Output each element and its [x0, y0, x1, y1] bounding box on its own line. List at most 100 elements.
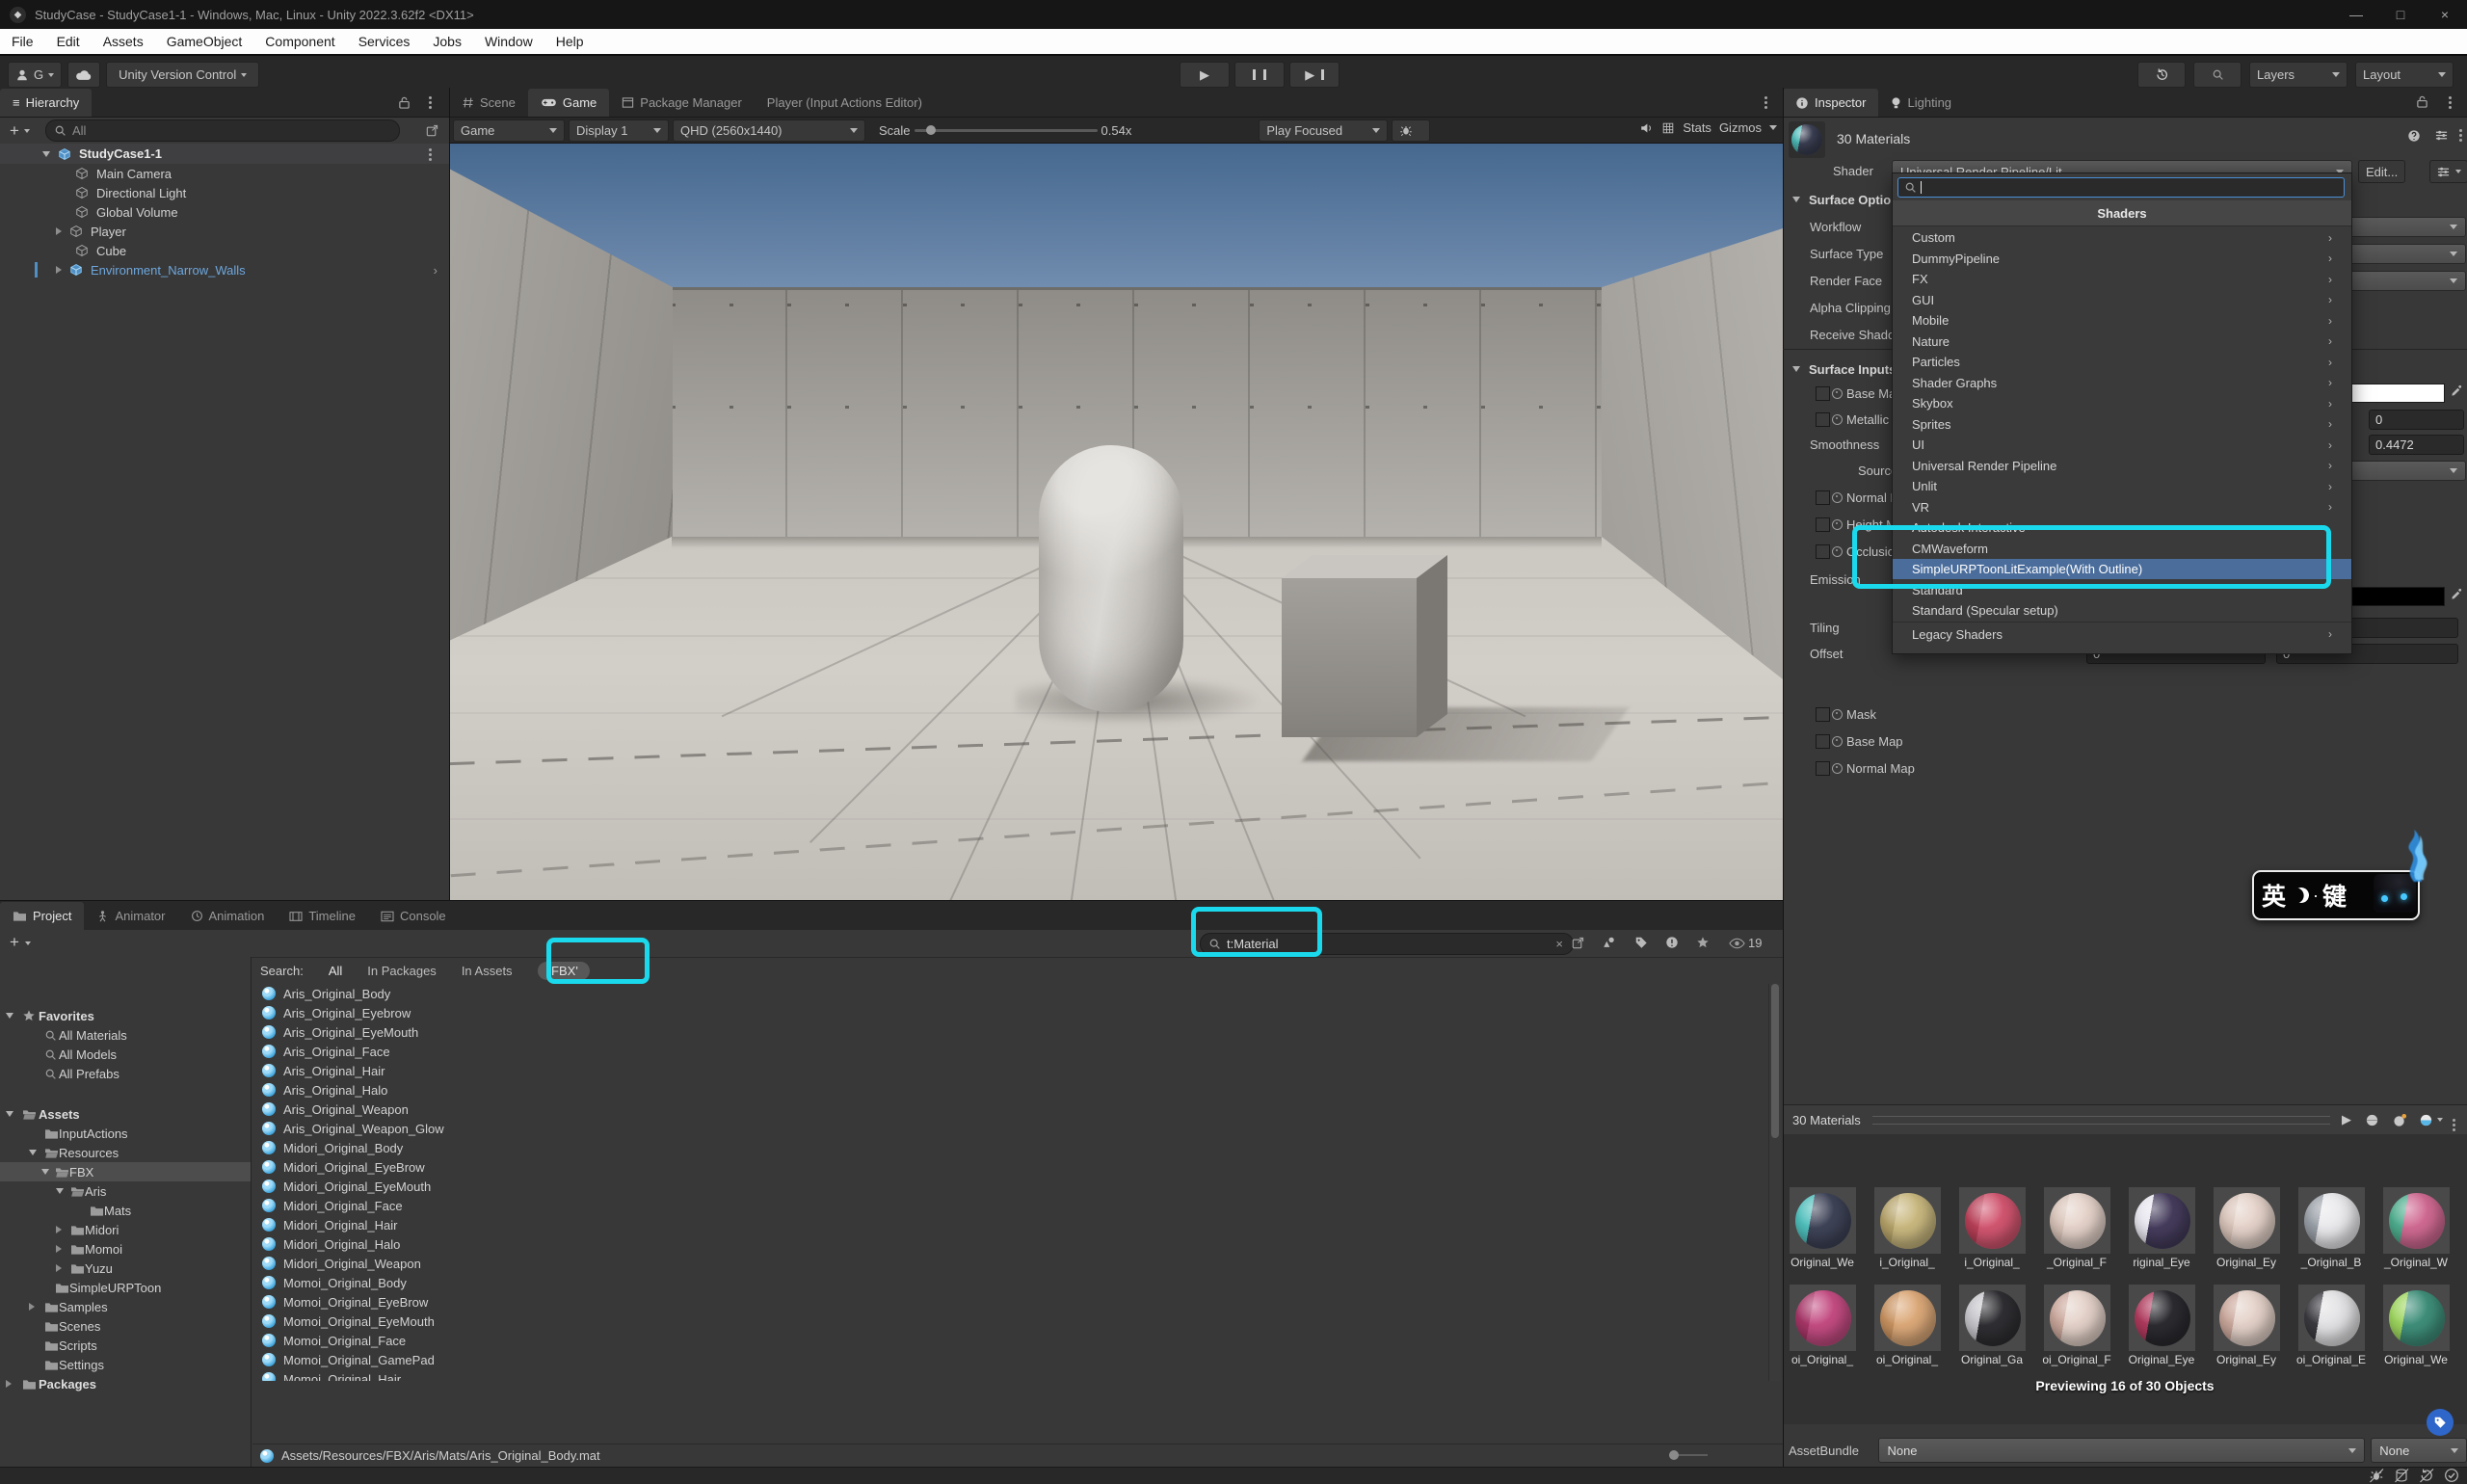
scope-in-assets[interactable]: In Assets: [462, 964, 513, 978]
add-object-caret[interactable]: [24, 129, 30, 133]
layers-dropdown[interactable]: Layers: [2249, 62, 2348, 88]
eyedropper-icon[interactable]: [2451, 384, 2463, 397]
detail-normal-map-slot[interactable]: Normal Map: [1783, 757, 2467, 779]
mute-audio-icon[interactable]: [1639, 121, 1654, 135]
vsync-grid-icon[interactable]: [1661, 121, 1675, 135]
hierarchy-item[interactable]: Cube: [0, 241, 449, 260]
project-file-row[interactable]: Momoi_Original_EyeBrow: [252, 1292, 1769, 1312]
hidden-count-icon[interactable]: [1665, 936, 1679, 949]
preview-menu-icon[interactable]: [2453, 1119, 2455, 1122]
project-file-row[interactable]: Midori_Original_EyeMouth: [252, 1177, 1769, 1196]
hierarchy-item[interactable]: Directional Light: [0, 183, 449, 202]
preview-lighting-icon[interactable]: [2419, 1113, 2433, 1127]
project-tree-item-assets[interactable]: Assets: [0, 1104, 251, 1124]
shader-popup-item[interactable]: GUI›: [1893, 290, 2351, 310]
gizmos-dropdown[interactable]: Gizmos: [1719, 120, 1762, 135]
material-tile[interactable]: [1790, 1187, 1856, 1254]
project-tree-item-inputactions[interactable]: InputActions: [0, 1124, 251, 1143]
tab-animator[interactable]: Animator: [84, 902, 177, 930]
project-tree-item-yuzu[interactable]: Yuzu: [0, 1259, 251, 1278]
layout-dropdown[interactable]: Layout: [2355, 62, 2454, 88]
undo-history-button[interactable]: [2137, 62, 2186, 88]
project-file-row[interactable]: Momoi_Original_Face: [252, 1331, 1769, 1350]
shader-popup-item[interactable]: FX›: [1893, 269, 2351, 289]
material-tile[interactable]: [1959, 1285, 2026, 1351]
project-file-row[interactable]: Aris_Original_Halo: [252, 1080, 1769, 1100]
tab-game[interactable]: Game: [528, 89, 609, 117]
project-tree-item-settings[interactable]: Settings: [0, 1355, 251, 1374]
project-file-row[interactable]: Midori_Original_EyeBrow: [252, 1157, 1769, 1177]
hierarchy-item[interactable]: Player: [0, 222, 449, 241]
menu-jobs[interactable]: Jobs: [421, 29, 473, 54]
assetbundle-dropdown[interactable]: None: [1878, 1438, 2365, 1463]
add-object-button[interactable]: +: [10, 121, 19, 141]
menu-component[interactable]: Component: [253, 29, 346, 54]
menu-help[interactable]: Help: [544, 29, 596, 54]
step-button[interactable]: ▶: [1289, 62, 1340, 88]
project-tree-item-all-models[interactable]: All Models: [0, 1045, 251, 1064]
game-viewport[interactable]: [449, 144, 1783, 901]
tab-project[interactable]: Project: [0, 902, 84, 930]
eye-icon[interactable]: [1729, 938, 1745, 949]
project-tree-item-all-prefabs[interactable]: All Prefabs: [0, 1064, 251, 1083]
lock-icon[interactable]: [2416, 94, 2428, 109]
shader-popup-item[interactable]: Sprites›: [1893, 414, 2351, 435]
material-tile[interactable]: [1874, 1285, 1941, 1351]
tab-lighting[interactable]: Lighting: [1878, 89, 1964, 117]
menu-services[interactable]: Services: [347, 29, 422, 54]
project-file-row[interactable]: Midori_Original_Hair: [252, 1215, 1769, 1234]
project-file-row[interactable]: Aris_Original_Body: [252, 984, 1769, 1003]
shader-popup-item[interactable]: UI›: [1893, 435, 2351, 455]
detail-base-map-slot[interactable]: Base Map: [1783, 730, 2467, 752]
shader-popup-item[interactable]: Mobile›: [1893, 310, 2351, 331]
material-tile[interactable]: [1790, 1285, 1856, 1351]
menu-assets[interactable]: Assets: [92, 29, 155, 54]
project-tree-item-aris[interactable]: Aris: [0, 1181, 251, 1201]
assetbundle-variant-dropdown[interactable]: None: [2371, 1438, 2467, 1463]
project-tree-item-packages[interactable]: Packages: [0, 1374, 251, 1393]
account-button[interactable]: G: [8, 62, 62, 88]
project-file-row[interactable]: Aris_Original_Weapon: [252, 1100, 1769, 1119]
scope-in-packages[interactable]: In Packages: [367, 964, 437, 978]
material-tile[interactable]: [2044, 1187, 2110, 1254]
shader-list-button[interactable]: [2429, 160, 2467, 183]
tab-timeline[interactable]: Timeline: [277, 902, 368, 930]
project-file-row[interactable]: Midori_Original_Weapon: [252, 1254, 1769, 1273]
frame-debugger-button[interactable]: [1392, 119, 1430, 142]
open-window-icon[interactable]: [425, 123, 439, 138]
tab-console[interactable]: Console: [368, 902, 459, 930]
display-dropdown[interactable]: Display 1: [569, 119, 669, 142]
menu-window[interactable]: Window: [473, 29, 544, 54]
hierarchy-search-input[interactable]: All: [45, 119, 400, 142]
material-tile[interactable]: [2298, 1187, 2365, 1254]
debugger-disabled-icon[interactable]: [2369, 1468, 2384, 1483]
scope-all[interactable]: All: [329, 964, 342, 978]
create-asset-caret[interactable]: [25, 941, 31, 945]
tab-package-manager[interactable]: Package Manager: [609, 89, 755, 117]
shader-popup-item[interactable]: Nature›: [1893, 331, 2351, 352]
stats-toggle[interactable]: Stats: [1683, 120, 1711, 135]
tab-scene[interactable]: Scene: [449, 89, 528, 117]
project-tree-item-all-materials[interactable]: All Materials: [0, 1025, 251, 1045]
preview-drag-handle[interactable]: [1872, 1116, 2330, 1125]
save-search-icon[interactable]: [1696, 936, 1710, 949]
shader-popup-item[interactable]: Shader Graphs›: [1893, 373, 2351, 393]
project-tree-item-scripts[interactable]: Scripts: [0, 1336, 251, 1355]
shader-popup-item[interactable]: Standard (Specular setup): [1893, 600, 2351, 621]
scale-slider[interactable]: [915, 129, 1098, 132]
project-tree-item-simpleurptoon[interactable]: SimpleURPToon: [0, 1278, 251, 1297]
material-tile[interactable]: [2214, 1285, 2280, 1351]
project-tree-item-mats[interactable]: Mats: [0, 1201, 251, 1220]
project-tree-item-samples[interactable]: Samples: [0, 1297, 251, 1316]
game-menu-icon[interactable]: [1764, 96, 1767, 99]
project-file-row[interactable]: Aris_Original_Weapon_Glow: [252, 1119, 1769, 1138]
shader-popup-item[interactable]: Particles›: [1893, 352, 2351, 372]
shader-edit-button[interactable]: Edit...: [2358, 160, 2405, 183]
tab-inspector[interactable]: Inspector: [1783, 89, 1878, 117]
lock-icon[interactable]: [398, 95, 411, 110]
inspector-menu-icon[interactable]: [2449, 96, 2452, 99]
open-search-window-icon[interactable]: [1571, 936, 1585, 950]
shader-popup-item[interactable]: Universal Render Pipeline›: [1893, 456, 2351, 476]
preview-animated-icon[interactable]: [2393, 1113, 2407, 1127]
clear-search-icon[interactable]: ×: [1555, 937, 1563, 951]
